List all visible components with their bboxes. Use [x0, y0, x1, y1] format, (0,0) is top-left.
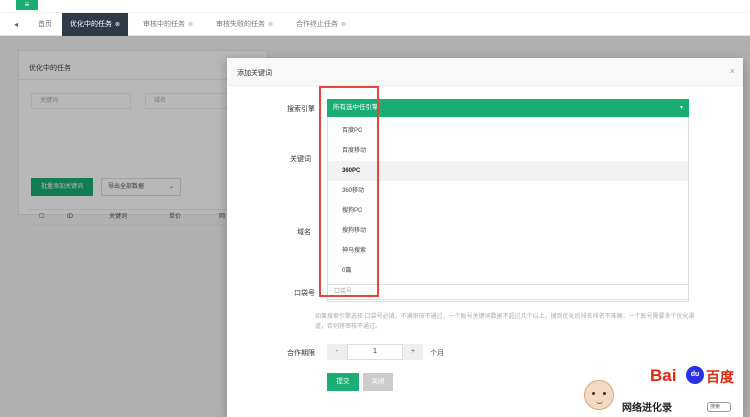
tab-optimizing[interactable]: 优化中的任务 ⊗ — [62, 13, 129, 36]
menu-toggle-button[interactable]: ≡ — [16, 0, 38, 10]
keyword-label: 关键词 — [290, 156, 311, 163]
engine-option-highlighted[interactable]: 360PC — [328, 161, 688, 181]
modal-header: 添加关键词 × — [227, 58, 743, 86]
watermark-search-box: 搜索 — [707, 402, 731, 412]
top-bar: ≡ — [0, 0, 750, 12]
tab-scroll-left-icon[interactable]: ◂ — [14, 20, 18, 29]
tab-terminated[interactable]: 合作终止任务 ⊗ — [296, 13, 346, 36]
hamburger-icon: ≡ — [24, 0, 30, 9]
help-text: 如果搜索引擎选择 口袋号必填，不满审核不通过，一个账号关键词数据不超过几个以上，… — [315, 314, 695, 330]
baidu-logo-cn: 百度 — [706, 369, 734, 385]
qq-input[interactable]: 口袋号 — [327, 284, 689, 300]
period-unit: 个月 — [430, 350, 444, 357]
engine-option[interactable]: 神马搜索 — [328, 241, 688, 261]
highlight-annotation-box — [319, 86, 379, 297]
baidu-logo-text: Bai — [650, 366, 677, 385]
close-tab-icon[interactable]: ⊗ — [188, 22, 193, 28]
engine-option[interactable]: 搜狗移动 — [328, 221, 688, 241]
engine-option[interactable]: 搜狗PC — [328, 201, 688, 221]
qq-label: 口袋号 — [294, 290, 315, 297]
decrement-button[interactable]: - — [327, 344, 347, 360]
tab-review-failed[interactable]: 审核失败的任务 ⊗ — [216, 13, 273, 36]
engine-dropdown: 百度PC 百度移动 360PC 360移动 搜狗PC 搜狗移动 神马搜索 0篇 — [327, 117, 689, 302]
cat-avatar-icon — [584, 380, 614, 410]
close-tab-icon[interactable]: ⊗ — [115, 22, 120, 28]
modal-title: 添加关键词 — [237, 70, 272, 77]
tab-label: 合作终止任务 — [296, 21, 338, 28]
tab-label: 优化中的任务 — [70, 21, 112, 28]
domain-label: 域名 — [297, 229, 311, 236]
tab-bar: ◂ 首页 优化中的任务 ⊗ 审核中的任务 ⊗ 审核失败的任务 ⊗ 合作终止任务 ⊗ — [0, 13, 750, 36]
engine-label: 搜索引擎 — [287, 106, 315, 113]
tab-reviewing[interactable]: 审核中的任务 ⊗ — [143, 13, 193, 36]
close-icon[interactable]: × — [730, 66, 735, 76]
close-tab-icon[interactable]: ⊗ — [341, 22, 346, 28]
watermark-text: 网络进化录 — [622, 403, 672, 414]
engine-option[interactable]: 百度PC — [328, 121, 688, 141]
baidu-paw-icon: du — [686, 366, 704, 384]
engine-option[interactable]: 360移动 — [328, 181, 688, 201]
tab-label: 审核中的任务 — [143, 21, 185, 28]
tab-home[interactable]: 首页 — [38, 13, 52, 36]
engine-option[interactable]: 百度移动 — [328, 141, 688, 161]
submit-button[interactable]: 提交 — [327, 373, 359, 391]
caret-down-icon: ▾ — [679, 105, 683, 111]
close-tab-icon[interactable]: ⊗ — [268, 22, 273, 28]
engine-select[interactable]: 所有选中任引擎 ▾ — [327, 99, 689, 117]
tab-label: 审核失败的任务 — [216, 21, 265, 28]
watermark: Bai du 百度 网络进化录 搜索 — [584, 362, 750, 417]
increment-button[interactable]: + — [403, 344, 423, 360]
engine-option[interactable]: 0篇 — [328, 261, 688, 281]
period-value-input[interactable]: 1 — [347, 344, 403, 360]
tab-label: 首页 — [38, 21, 52, 28]
close-button[interactable]: 关闭 — [363, 373, 393, 391]
period-label: 合作期限 — [287, 350, 315, 357]
